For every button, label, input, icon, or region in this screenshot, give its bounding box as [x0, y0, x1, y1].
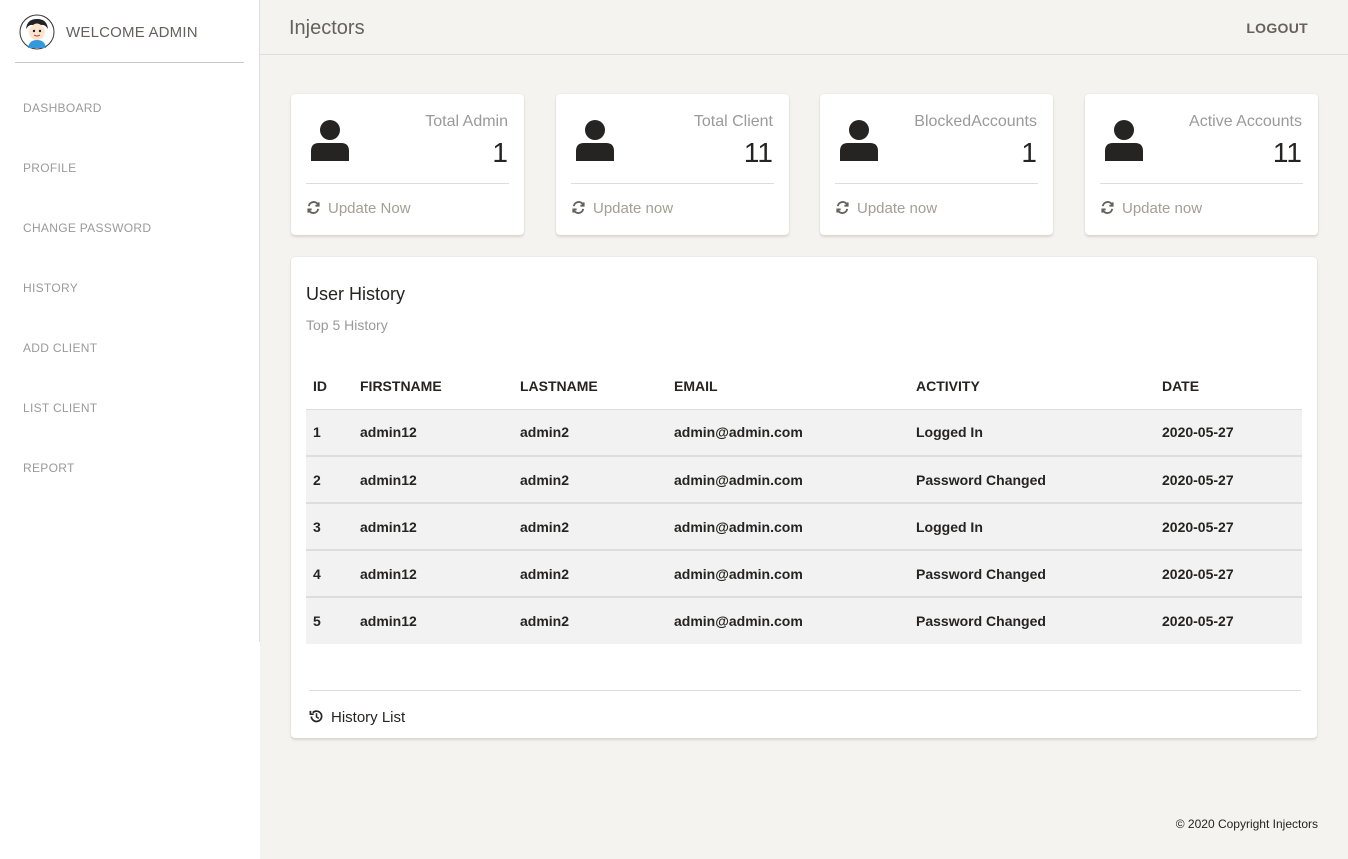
- cell-firstname: admin12: [353, 456, 513, 504]
- user-icon: [1105, 120, 1143, 161]
- stat-label: Total Client: [693, 113, 773, 130]
- history-title: User History: [306, 284, 406, 304]
- stat-value: 11: [1272, 137, 1302, 168]
- stat-card-total-client: Total Client 11 Update now: [556, 94, 789, 235]
- column-header-id: ID: [306, 363, 353, 410]
- column-header-firstname: FIRSTNAME: [353, 363, 513, 410]
- update-now-link[interactable]: Update now: [835, 200, 937, 217]
- divider: [309, 690, 1301, 691]
- update-now-link[interactable]: Update now: [1100, 200, 1202, 217]
- sidebar-item-list-client[interactable]: LIST CLIENT: [0, 378, 260, 438]
- cell-activity: Password Changed: [909, 550, 1155, 598]
- sidebar-brand: WELCOME ADMIN: [15, 0, 244, 63]
- user-icon: [576, 120, 614, 161]
- cell-date: 2020-05-27: [1155, 597, 1302, 644]
- page-title: Injectors: [289, 17, 365, 39]
- welcome-text: WELCOME ADMIN: [66, 24, 198, 41]
- cell-id: 3: [306, 503, 353, 551]
- history-subtitle: Top 5 History: [306, 317, 388, 333]
- stat-card-blocked-accounts: BlockedAccounts 1 Update now: [820, 94, 1053, 235]
- cell-id: 1: [306, 409, 353, 457]
- cell-activity: Logged In: [909, 409, 1155, 457]
- update-now-label: Update now: [1122, 200, 1203, 217]
- history-list-link[interactable]: History List: [309, 709, 405, 726]
- update-now-label: Update now: [593, 200, 674, 217]
- table-row: 2 admin12 admin2 admin@admin.com Passwor…: [306, 456, 1302, 504]
- sidebar-item-change-password[interactable]: CHANGE PASSWORD: [0, 198, 260, 258]
- stat-card-total-admin: Total Admin 1 Update Now: [291, 94, 524, 235]
- cell-lastname: admin2: [513, 456, 667, 504]
- cell-firstname: admin12: [353, 409, 513, 457]
- divider: [1100, 183, 1303, 184]
- cell-activity: Password Changed: [909, 456, 1155, 504]
- history-table: ID FIRSTNAME LASTNAME EMAIL ACTIVITY DAT…: [306, 363, 1302, 644]
- divider: [306, 183, 509, 184]
- stat-label: Total Admin: [425, 113, 508, 130]
- sidebar-item-dashboard[interactable]: DASHBOARD: [0, 78, 260, 138]
- cell-lastname: admin2: [513, 550, 667, 598]
- stat-card-active-accounts: Active Accounts 11 Update now: [1085, 94, 1318, 235]
- refresh-icon: [307, 201, 320, 214]
- stat-value: 1: [1021, 137, 1037, 168]
- user-icon: [311, 120, 349, 161]
- logout-button[interactable]: LOGOUT: [1246, 20, 1308, 36]
- cell-email: admin@admin.com: [667, 550, 909, 598]
- cell-firstname: admin12: [353, 597, 513, 644]
- refresh-icon: [836, 201, 849, 214]
- update-now-link[interactable]: Update now: [571, 200, 673, 217]
- cell-date: 2020-05-27: [1155, 409, 1302, 457]
- copyright-text: © 2020 Copyright Injectors: [1175, 817, 1318, 831]
- sidebar-item-add-client[interactable]: ADD CLIENT: [0, 318, 260, 378]
- stat-label: Active Accounts: [1189, 113, 1302, 130]
- sidebar-item-profile[interactable]: PROFILE: [0, 138, 260, 198]
- update-now-label: Update now: [857, 200, 938, 217]
- user-icon: [840, 120, 878, 161]
- avatar: [19, 14, 55, 50]
- sidebar-divider: [259, 0, 260, 642]
- update-now-label: Update Now: [328, 200, 411, 217]
- stat-value: 1: [492, 137, 508, 168]
- cell-email: admin@admin.com: [667, 503, 909, 551]
- history-icon: [309, 710, 323, 723]
- refresh-icon: [572, 201, 585, 214]
- stat-label: BlockedAccounts: [914, 113, 1037, 130]
- sidebar-item-report[interactable]: REPORT: [0, 438, 260, 498]
- cell-date: 2020-05-27: [1155, 550, 1302, 598]
- refresh-icon: [1101, 201, 1114, 214]
- cell-email: admin@admin.com: [667, 456, 909, 504]
- cell-id: 4: [306, 550, 353, 598]
- cell-lastname: admin2: [513, 597, 667, 644]
- column-header-lastname: LASTNAME: [513, 363, 667, 410]
- cell-date: 2020-05-27: [1155, 503, 1302, 551]
- cell-email: admin@admin.com: [667, 409, 909, 457]
- column-header-date: DATE: [1155, 363, 1302, 410]
- cell-activity: Password Changed: [909, 597, 1155, 644]
- table-row: 3 admin12 admin2 admin@admin.com Logged …: [306, 503, 1302, 551]
- table-row: 1 admin12 admin2 admin@admin.com Logged …: [306, 409, 1302, 457]
- cell-id: 5: [306, 597, 353, 644]
- stat-value: 11: [743, 137, 773, 168]
- history-list-label: History List: [331, 709, 406, 726]
- cell-lastname: admin2: [513, 409, 667, 457]
- sidebar-nav: DASHBOARD PROFILE CHANGE PASSWORD HISTOR…: [0, 78, 260, 498]
- sidebar: WELCOME ADMIN DASHBOARD PROFILE CHANGE P…: [0, 0, 260, 859]
- column-header-email: EMAIL: [667, 363, 909, 410]
- cell-date: 2020-05-27: [1155, 456, 1302, 504]
- divider: [835, 183, 1038, 184]
- cell-id: 2: [306, 456, 353, 504]
- cell-activity: Logged In: [909, 503, 1155, 551]
- cell-firstname: admin12: [353, 550, 513, 598]
- cell-email: admin@admin.com: [667, 597, 909, 644]
- sidebar-item-history[interactable]: HISTORY: [0, 258, 260, 318]
- cell-lastname: admin2: [513, 503, 667, 551]
- table-row: 4 admin12 admin2 admin@admin.com Passwor…: [306, 550, 1302, 598]
- table-header-row: ID FIRSTNAME LASTNAME EMAIL ACTIVITY DAT…: [306, 363, 1302, 410]
- column-header-activity: ACTIVITY: [909, 363, 1155, 410]
- table-row: 5 admin12 admin2 admin@admin.com Passwor…: [306, 597, 1302, 644]
- cell-firstname: admin12: [353, 503, 513, 551]
- update-now-link[interactable]: Update Now: [306, 200, 411, 217]
- divider: [571, 183, 774, 184]
- top-navbar: Injectors LOGOUT: [260, 0, 1348, 55]
- user-history-card: User History Top 5 History ID FIRSTNAME …: [291, 257, 1317, 738]
